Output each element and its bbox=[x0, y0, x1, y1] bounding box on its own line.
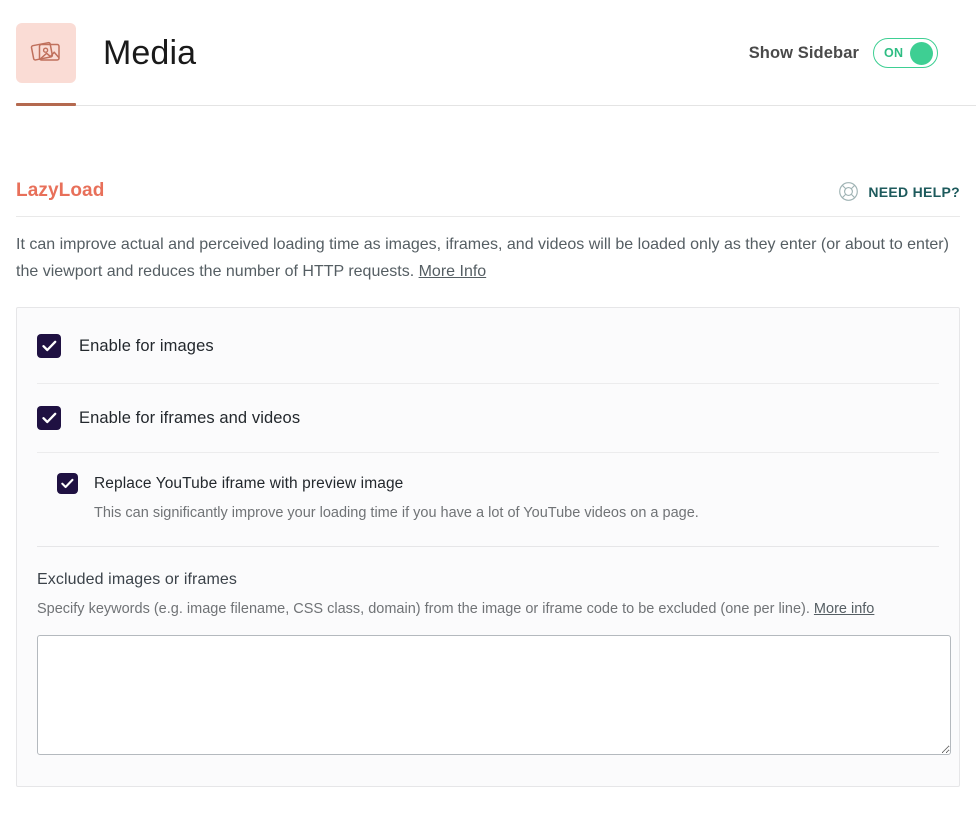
need-help-label: NEED HELP? bbox=[868, 183, 960, 200]
youtube-preview-description: This can significantly improve your load… bbox=[94, 505, 699, 521]
media-photos-icon bbox=[16, 23, 76, 83]
section-divider bbox=[16, 216, 960, 217]
setting-row-enable-images[interactable]: Enable for images bbox=[17, 308, 959, 383]
enable-iframes-checkbox[interactable] bbox=[37, 406, 61, 430]
active-tab-indicator bbox=[16, 103, 76, 106]
lazyload-settings-panel: Enable for images Enable for iframes and… bbox=[16, 307, 960, 787]
page-title: Media bbox=[103, 34, 197, 72]
youtube-preview-label: Replace YouTube iframe with preview imag… bbox=[94, 474, 404, 492]
setting-row-youtube-preview: Replace YouTube iframe with preview imag… bbox=[17, 453, 959, 546]
enable-iframes-label: Enable for iframes and videos bbox=[79, 408, 301, 427]
lifebuoy-icon bbox=[838, 181, 859, 202]
show-sidebar-label: Show Sidebar bbox=[748, 43, 859, 62]
excluded-images-section: Excluded images or iframes Specify keywo… bbox=[17, 547, 959, 786]
header-identity: Media bbox=[16, 23, 196, 83]
header-controls: Show Sidebar ON bbox=[749, 38, 960, 68]
toggle-state-text: ON bbox=[884, 46, 904, 60]
show-sidebar-toggle[interactable]: ON bbox=[873, 38, 938, 68]
section-header: LazyLoad NEED HELP? bbox=[16, 180, 960, 202]
more-info-link[interactable]: More Info bbox=[419, 263, 487, 280]
excluded-images-textarea[interactable] bbox=[37, 635, 951, 755]
need-help-link[interactable]: NEED HELP? bbox=[838, 181, 960, 202]
excluded-more-info-link[interactable]: More info bbox=[814, 601, 874, 617]
page-header: Media Show Sidebar ON bbox=[0, 0, 976, 106]
header-divider bbox=[16, 105, 976, 106]
enable-images-checkbox[interactable] bbox=[37, 334, 61, 358]
excluded-images-title: Excluded images or iframes bbox=[37, 571, 238, 588]
setting-row-enable-iframes[interactable]: Enable for iframes and videos bbox=[17, 384, 959, 452]
toggle-knob[interactable] bbox=[910, 41, 933, 65]
excluded-images-description: Specify keywords (e.g. image filename, C… bbox=[37, 598, 932, 621]
main-content: LazyLoad NEED HELP? It can improve actua… bbox=[0, 180, 976, 787]
excluded-images-description-text: Specify keywords (e.g. image filename, C… bbox=[37, 601, 810, 617]
section-description: It can improve actual and perceived load… bbox=[16, 231, 960, 285]
enable-images-label: Enable for images bbox=[79, 336, 214, 355]
youtube-preview-control[interactable]: Replace YouTube iframe with preview imag… bbox=[57, 473, 939, 494]
section-title: LazyLoad bbox=[16, 180, 105, 201]
youtube-preview-checkbox[interactable] bbox=[57, 473, 78, 494]
